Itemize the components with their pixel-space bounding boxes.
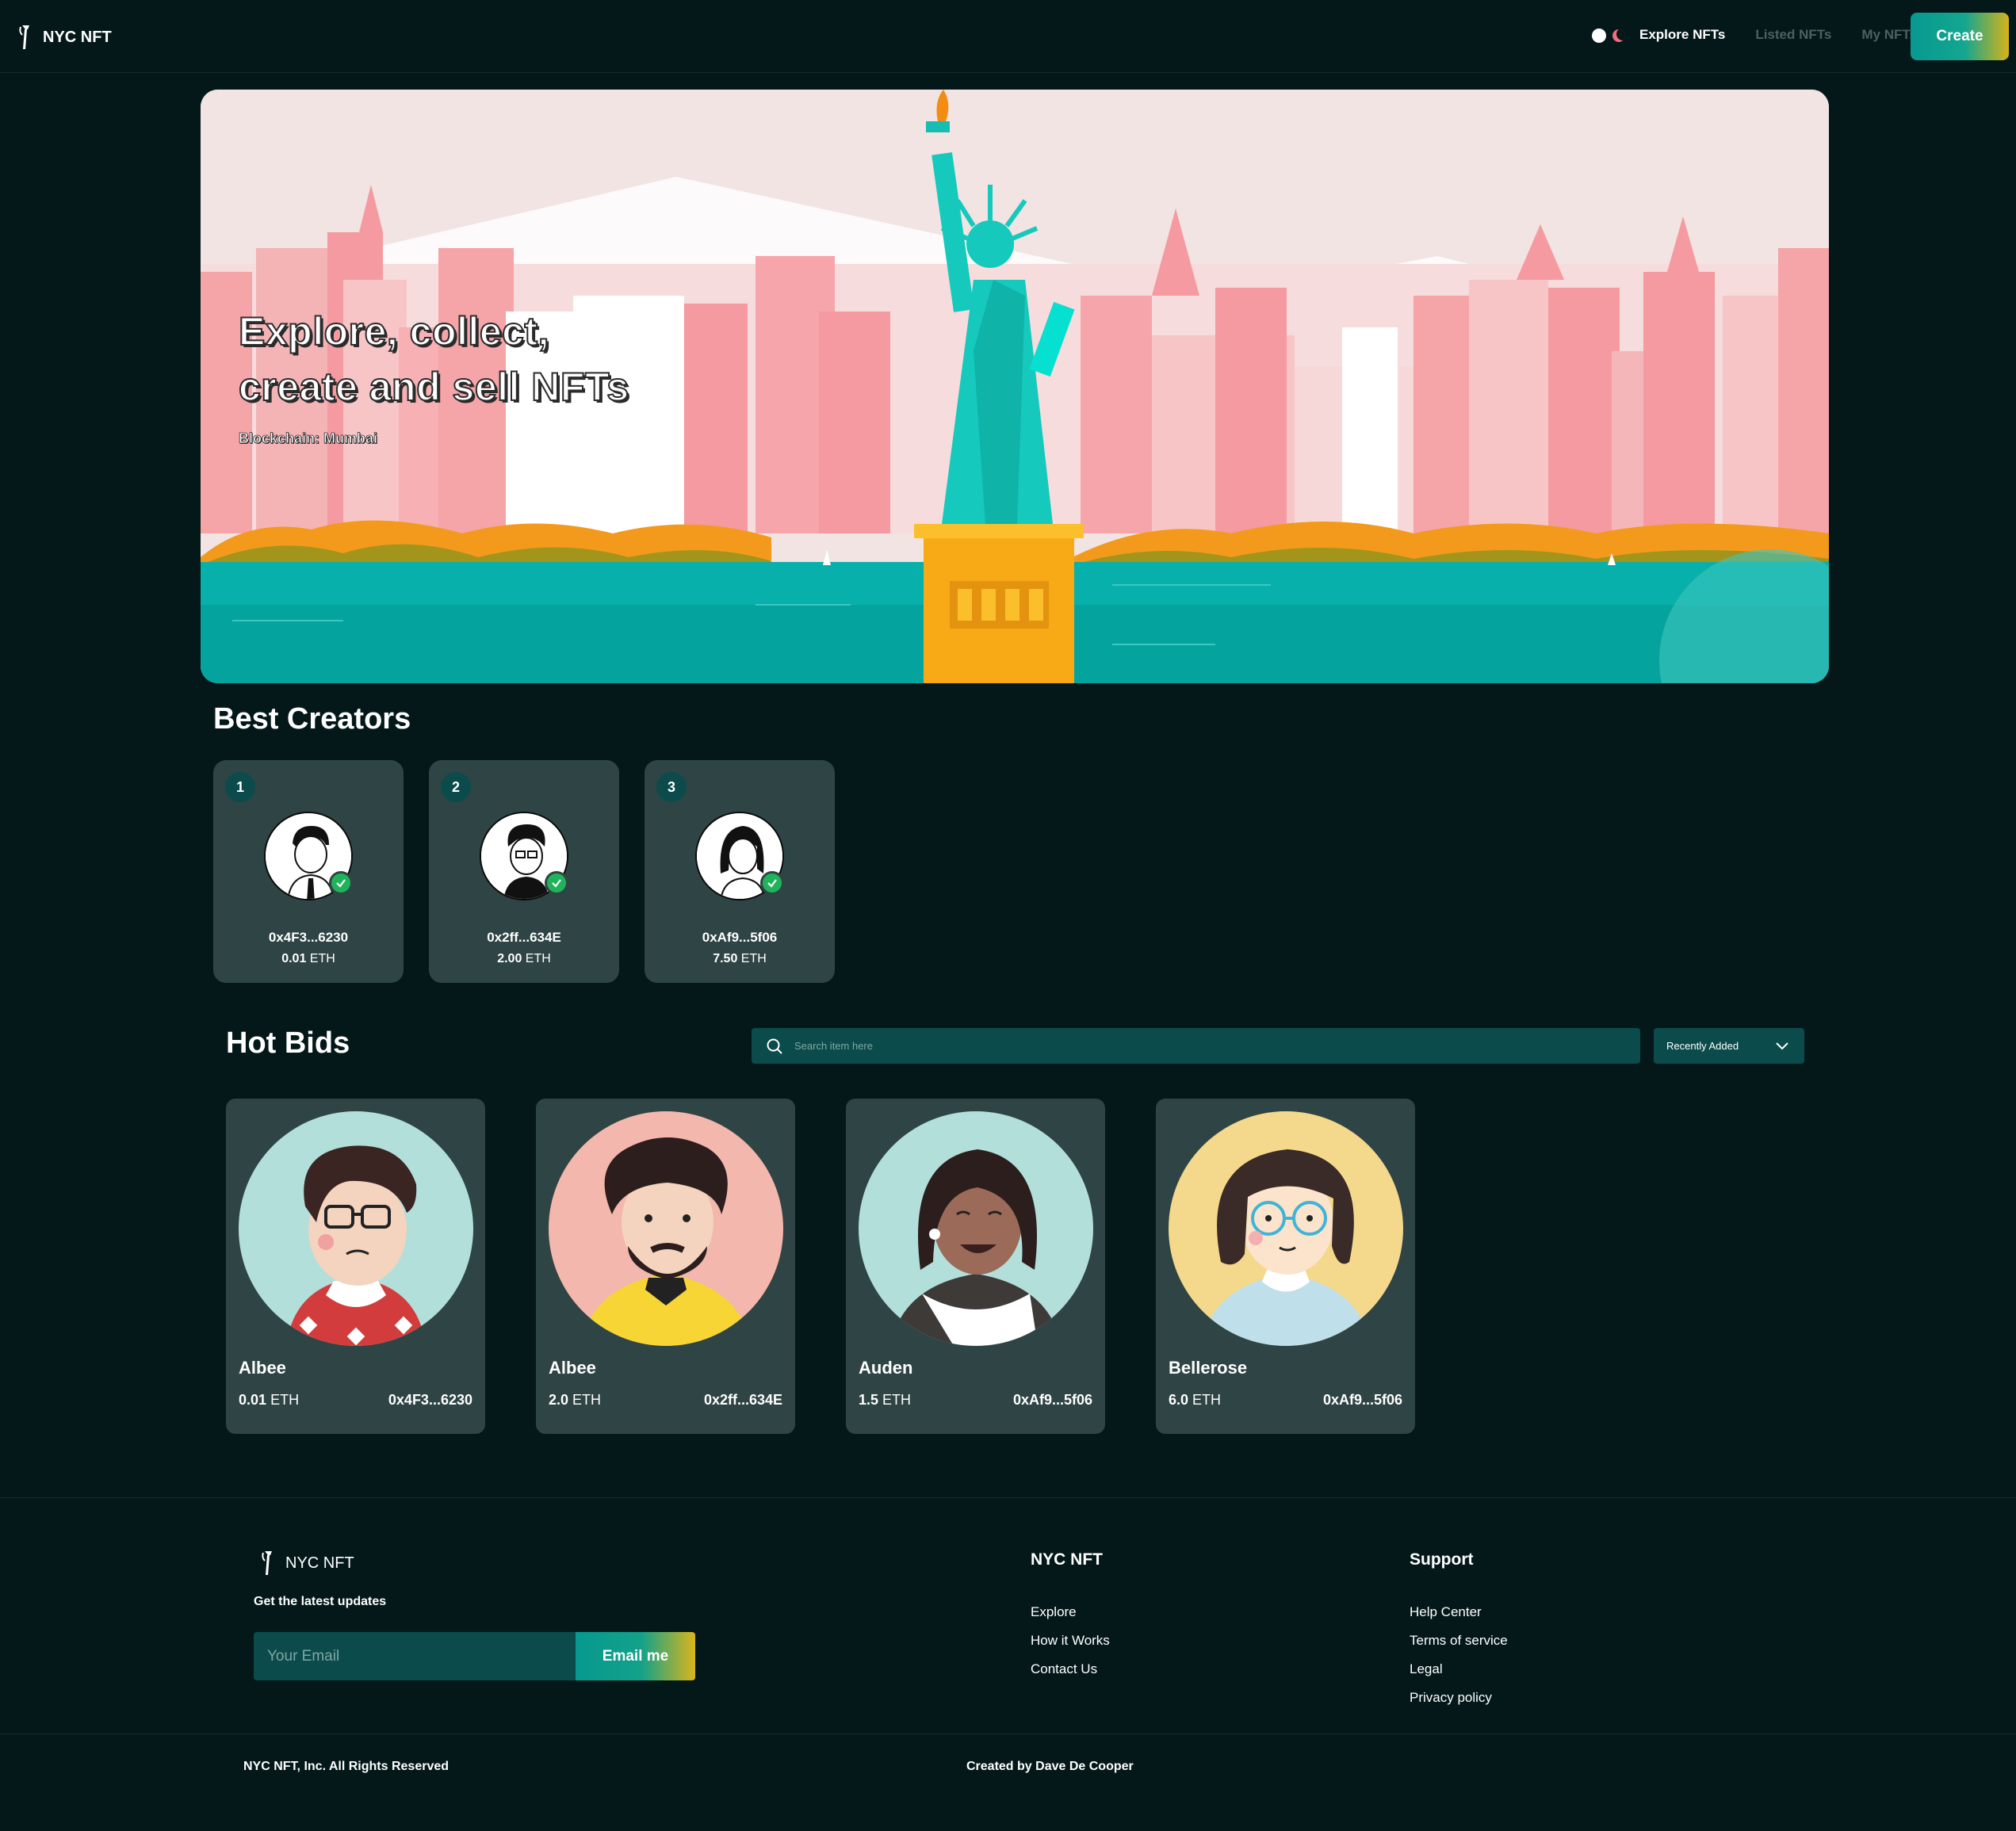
verified-check-icon <box>760 871 784 895</box>
footer-link-terms[interactable]: Terms of service <box>1410 1633 1508 1649</box>
nft-name: Albee <box>239 1358 286 1378</box>
footer-link-contact-us[interactable]: Contact Us <box>1031 1661 1097 1677</box>
hero-title-line-2: create and sell NFTs <box>238 364 629 410</box>
copyright-text: NYC NFT, Inc. All Rights Reserved <box>243 1760 449 1773</box>
footer-col-nyc-title: NYC NFT <box>1031 1550 1103 1569</box>
creator-eth-amount: 2.00 ETH <box>497 952 551 965</box>
creator-card[interactable]: 3 0xAf9...5f06 7.50 ETH <box>645 760 835 983</box>
newsletter-form: Email me <box>254 1632 695 1680</box>
creator-rank-badge: 1 <box>225 772 255 802</box>
email-me-button[interactable]: Email me <box>576 1632 695 1680</box>
nft-owner-address: 0x4F3...6230 <box>388 1392 472 1408</box>
best-creators-title: Best Creators <box>213 702 411 736</box>
hero-banner: Explore, collect, create and sell NFTs B… <box>201 90 1829 683</box>
nft-card[interactable]: Albee 2.0 ETH 0x2ff...634E <box>536 1099 795 1434</box>
nft-card[interactable]: Albee 0.01 ETH 0x4F3...6230 <box>226 1099 485 1434</box>
verified-check-icon <box>545 871 568 895</box>
brand-link[interactable]: NYC NFT <box>17 24 112 51</box>
hero-blockchain-label: Blockchain: Mumbai <box>239 430 378 447</box>
creator-card[interactable]: 2 0x2ff...634E 2.00 ETH <box>429 760 619 983</box>
creator-eth-amount: 7.50 ETH <box>713 952 767 965</box>
nft-owner-address: 0xAf9...5f06 <box>1322 1392 1402 1408</box>
nft-image <box>1169 1111 1403 1346</box>
nft-image <box>239 1111 473 1346</box>
nft-card[interactable]: Auden 1.5 ETH 0xAf9...5f06 <box>846 1099 1105 1434</box>
creator-address: 0x2ff...634E <box>487 930 561 945</box>
nft-card[interactable]: Bellerose 6.0 ETH 0xAf9...5f06 <box>1156 1099 1415 1434</box>
footer-brand-name: NYC NFT <box>285 1554 354 1572</box>
brand-name: NYC NFT <box>43 28 112 46</box>
nft-price: 6.0 ETH <box>1169 1392 1222 1408</box>
footer-link-help-center[interactable]: Help Center <box>1410 1604 1482 1620</box>
nft-image <box>549 1111 783 1346</box>
creator-address: 0x4F3...6230 <box>268 930 349 945</box>
footer-link-legal[interactable]: Legal <box>1410 1661 1443 1677</box>
moon-icon <box>1612 29 1625 42</box>
nav-links: Explore NFTs Listed NFTs My NFTs <box>1639 27 1917 43</box>
nft-price: 0.01 ETH <box>239 1392 300 1408</box>
theme-toggle[interactable] <box>1592 27 1630 44</box>
footer-link-privacy[interactable]: Privacy policy <box>1410 1690 1492 1706</box>
nav-my-nfts[interactable]: My NFTs <box>1861 27 1917 43</box>
creator-eth-amount: 0.01 ETH <box>281 952 335 965</box>
footer-link-how-it-works[interactable]: How it Works <box>1031 1633 1110 1649</box>
nav-explore-nfts[interactable]: Explore NFTs <box>1639 27 1725 43</box>
nft-owner-address: 0x2ff...634E <box>703 1392 782 1408</box>
search-bar <box>752 1028 1640 1064</box>
hero-title-line-1: Explore, collect, <box>238 308 549 354</box>
create-button[interactable]: Create <box>1911 13 2009 60</box>
hot-bids-title: Hot Bids <box>226 1026 350 1060</box>
nft-price: 1.5 ETH <box>859 1392 912 1408</box>
search-input[interactable] <box>794 1040 1587 1052</box>
nft-name: Albee <box>549 1358 596 1378</box>
footer-brand[interactable]: NYC NFT <box>260 1550 354 1577</box>
chevron-down-icon <box>1776 1042 1788 1049</box>
creator-address: 0xAf9...5f06 <box>702 930 778 945</box>
torch-logo-icon <box>19 25 29 49</box>
hero-title: Explore, collect, create and sell NFTs <box>238 304 778 415</box>
nft-name: Bellerose <box>1169 1358 1248 1378</box>
torch-logo-icon <box>262 1551 272 1575</box>
nav-listed-nfts[interactable]: Listed NFTs <box>1755 27 1831 43</box>
creator-rank-badge: 3 <box>656 772 687 802</box>
creator-rank-badge: 2 <box>441 772 471 802</box>
credit-text: Created by Dave De Cooper <box>966 1760 1134 1773</box>
creator-card[interactable]: 1 0x4F3...6230 0.01 ETH <box>213 760 404 983</box>
nft-price: 2.0 ETH <box>549 1392 602 1408</box>
sun-icon <box>1592 29 1606 43</box>
search-icon <box>767 1038 782 1054</box>
top-navbar: NYC NFT Explore NFTs Listed NFTs My NFTs… <box>0 0 2016 73</box>
nft-image <box>859 1111 1093 1346</box>
nft-name: Auden <box>859 1358 913 1378</box>
footer-divider-top <box>0 1497 2016 1498</box>
sort-selected-label: Recently Added <box>1666 1040 1739 1052</box>
footer-link-explore[interactable]: Explore <box>1031 1604 1077 1620</box>
sort-dropdown[interactable]: Recently Added <box>1654 1028 1804 1064</box>
verified-check-icon <box>329 871 353 895</box>
newsletter-tagline: Get the latest updates <box>254 1595 387 1608</box>
email-field[interactable] <box>254 1632 576 1680</box>
nft-owner-address: 0xAf9...5f06 <box>1012 1392 1092 1408</box>
footer-col-support-title: Support <box>1410 1550 1474 1569</box>
